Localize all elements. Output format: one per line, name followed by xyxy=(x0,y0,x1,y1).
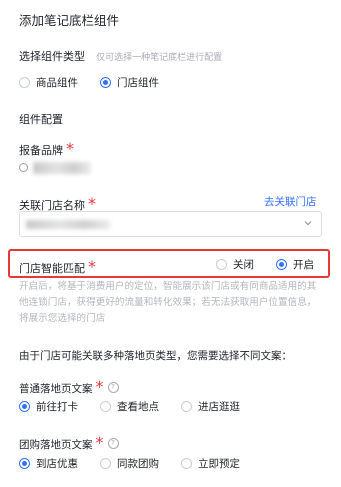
copy-notice: 由于门店可能关联多种落地页类型，您需要选择不同文案： xyxy=(19,350,292,362)
radio-smart-match-on[interactable]: 开启 xyxy=(276,257,314,272)
radio-circle-checked[interactable] xyxy=(19,401,30,412)
smart-match-description: 开启后，将基于消费用户的定位，智能展示该门店或有同商品适用的其他连锁门店，获得更… xyxy=(19,281,317,324)
component-type-options: 商品组件 门店组件 xyxy=(19,75,181,90)
brand-value xyxy=(19,160,119,176)
normal-copy-label: 普通落地页文案 xyxy=(19,383,93,395)
radio-view-location[interactable]: 查看地点 xyxy=(100,399,159,414)
required-mark: * xyxy=(95,377,104,396)
smart-match-label-row: 门店智能匹配 * xyxy=(19,257,96,276)
radio-visit-store[interactable]: 进店逛逛 xyxy=(181,399,240,414)
help-icon[interactable]: ? xyxy=(107,438,119,449)
radio-go-checkin[interactable]: 前往打卡 xyxy=(19,399,78,414)
required-mark: * xyxy=(95,433,104,452)
radio-smart-match-off[interactable]: 关闭 xyxy=(216,257,254,272)
radio-store-component[interactable]: 门店组件 xyxy=(100,75,159,90)
store-name-redacted xyxy=(26,220,110,229)
section-title: 组件配置 xyxy=(19,113,63,126)
component-type-hint: 仅可选择一种笔记底栏进行配置 xyxy=(96,53,223,63)
smart-match-options: 关闭 开启 xyxy=(216,257,314,272)
normal-copy-options: 前往打卡 查看地点 进店逛逛 xyxy=(19,399,262,414)
radio-book-now[interactable]: 立即预定 xyxy=(181,456,240,471)
normal-copy-label-row: 普通落地页文案 *? xyxy=(19,377,119,396)
brand-logo-icon xyxy=(19,163,28,172)
chevron-down-icon xyxy=(304,221,312,226)
radio-circle[interactable] xyxy=(100,401,111,412)
brand-label: 报备品牌 xyxy=(19,144,63,157)
radio-circle[interactable] xyxy=(181,458,192,469)
radio-product-component[interactable]: 商品组件 xyxy=(19,75,78,90)
radio-circle-checked[interactable] xyxy=(100,77,111,88)
group-copy-label-row: 团购落地页文案 *? xyxy=(19,433,119,452)
radio-circle-checked[interactable] xyxy=(276,259,287,270)
smart-match-label: 门店智能匹配 xyxy=(19,262,85,275)
required-mark: * xyxy=(88,257,96,276)
required-mark: * xyxy=(66,139,74,158)
component-type-label: 选择组件类型 xyxy=(19,50,85,63)
component-type-row: 选择组件类型 仅可选择一种笔记底栏进行配置 xyxy=(19,45,222,64)
help-icon[interactable]: ? xyxy=(107,382,119,393)
radio-circle[interactable] xyxy=(100,458,111,469)
radio-same-group-buy[interactable]: 同款团购 xyxy=(100,456,159,471)
radio-store-discount[interactable]: 到店优惠 xyxy=(19,456,78,471)
radio-circle[interactable] xyxy=(181,401,192,412)
radio-circle-checked[interactable] xyxy=(19,458,30,469)
group-copy-label: 团购落地页文案 xyxy=(19,439,93,451)
brand-name-redacted xyxy=(33,162,91,174)
group-copy-options: 到店优惠 同款团购 立即预定 xyxy=(19,456,262,471)
radio-circle[interactable] xyxy=(216,259,227,270)
page-title: 添加笔记底栏组件 xyxy=(19,13,120,28)
radio-circle[interactable] xyxy=(19,77,30,88)
link-store-button[interactable]: 去关联门店 xyxy=(264,194,317,209)
brand-label-row: 报备品牌 * xyxy=(19,139,74,158)
store-select[interactable] xyxy=(19,211,322,237)
